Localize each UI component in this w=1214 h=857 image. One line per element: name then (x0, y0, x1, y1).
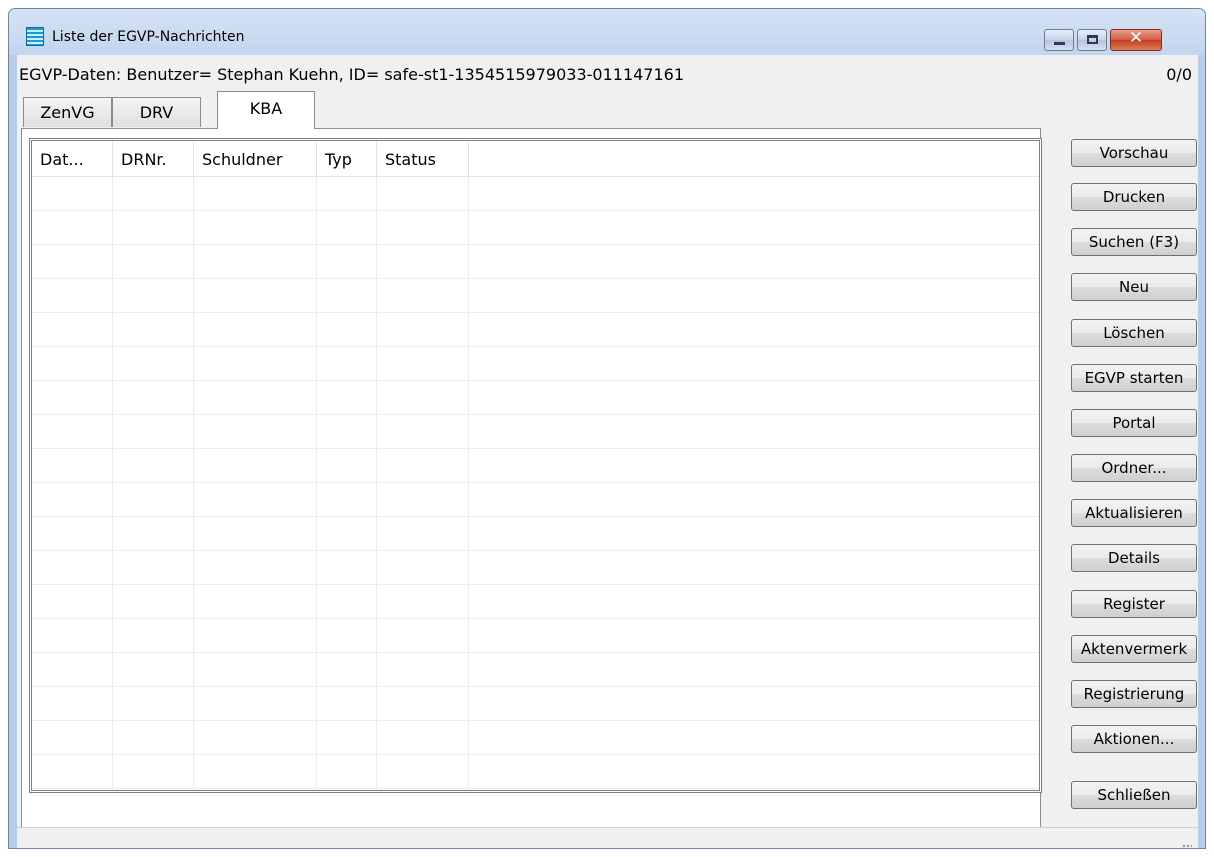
portal-button[interactable]: Portal (1071, 409, 1197, 437)
table-row (32, 211, 1039, 245)
egvp-user-info: EGVP-Daten: Benutzer= Stephan Kuehn, ID=… (19, 65, 685, 84)
tab-kba[interactable]: KBA (217, 91, 315, 129)
table-row (32, 585, 1039, 619)
loeschen-button[interactable]: Löschen (1071, 319, 1197, 347)
tab-zenvg[interactable]: ZenVG (23, 97, 112, 127)
aktualisieren-button[interactable]: Aktualisieren (1071, 499, 1197, 527)
egvp-starten-button[interactable]: EGVP starten (1071, 364, 1197, 392)
ordner-button[interactable]: Ordner... (1071, 454, 1197, 482)
column-header-datum[interactable]: Dat... (32, 141, 113, 177)
tab-drv-label: DRV (139, 103, 174, 122)
table-row (32, 415, 1039, 449)
column-header-schuldner[interactable]: Schuldner (194, 141, 317, 177)
list-app-icon (26, 27, 44, 46)
drucken-button[interactable]: Drucken (1071, 183, 1197, 211)
table-row (32, 279, 1039, 313)
list-header: Dat... DRNr. Schuldner Typ Status (32, 141, 1039, 177)
table-row (32, 653, 1039, 687)
suchen-button[interactable]: Suchen (F3) (1071, 228, 1197, 256)
neu-button[interactable]: Neu (1071, 273, 1197, 301)
tab-zenvg-label: ZenVG (40, 103, 95, 122)
column-header-status[interactable]: Status (377, 141, 469, 177)
details-button[interactable]: Details (1071, 544, 1197, 572)
tab-kba-label: KBA (249, 99, 283, 118)
table-row (32, 517, 1039, 551)
table-row (32, 313, 1039, 347)
table-row (32, 177, 1039, 211)
message-list[interactable]: Dat... DRNr. Schuldner Typ Status (29, 138, 1042, 793)
minimize-button[interactable] (1044, 29, 1074, 51)
window-title: Liste der EGVP-Nachrichten (52, 29, 245, 45)
close-icon: ✕ (1128, 28, 1144, 48)
status-bar (17, 827, 1198, 848)
vorschau-button[interactable]: Vorschau (1071, 139, 1197, 167)
registrierung-button[interactable]: Registrierung (1071, 680, 1197, 708)
tab-drv[interactable]: DRV (112, 97, 201, 127)
table-row (32, 687, 1039, 721)
table-row (32, 619, 1039, 653)
table-row (32, 551, 1039, 585)
list-rows (32, 177, 1039, 790)
table-row (32, 245, 1039, 279)
register-button[interactable]: Register (1071, 590, 1197, 618)
close-window-button[interactable]: ✕ (1110, 28, 1162, 51)
table-row (32, 483, 1039, 517)
table-row (32, 381, 1039, 415)
table-row (32, 449, 1039, 483)
table-row (32, 721, 1039, 755)
aktenvermerk-button[interactable]: Aktenvermerk (1071, 635, 1197, 663)
column-header-drnr[interactable]: DRNr. (113, 141, 194, 177)
maximize-icon (1087, 35, 1098, 44)
maximize-button[interactable] (1077, 29, 1107, 51)
resize-grip-icon[interactable] (1182, 844, 1192, 848)
aktionen-button[interactable]: Aktionen... (1071, 725, 1197, 753)
table-row (32, 755, 1039, 789)
message-counter: 0/0 (1166, 65, 1192, 84)
column-header-typ[interactable]: Typ (317, 141, 377, 177)
egvp-window: Liste der EGVP-Nachrichten ✕ EGVP-Daten:… (8, 8, 1206, 849)
minimize-icon (1054, 42, 1065, 45)
title-bar[interactable]: Liste der EGVP-Nachrichten ✕ (9, 9, 1205, 55)
table-row (32, 347, 1039, 381)
schliessen-button[interactable]: Schließen (1071, 781, 1197, 809)
